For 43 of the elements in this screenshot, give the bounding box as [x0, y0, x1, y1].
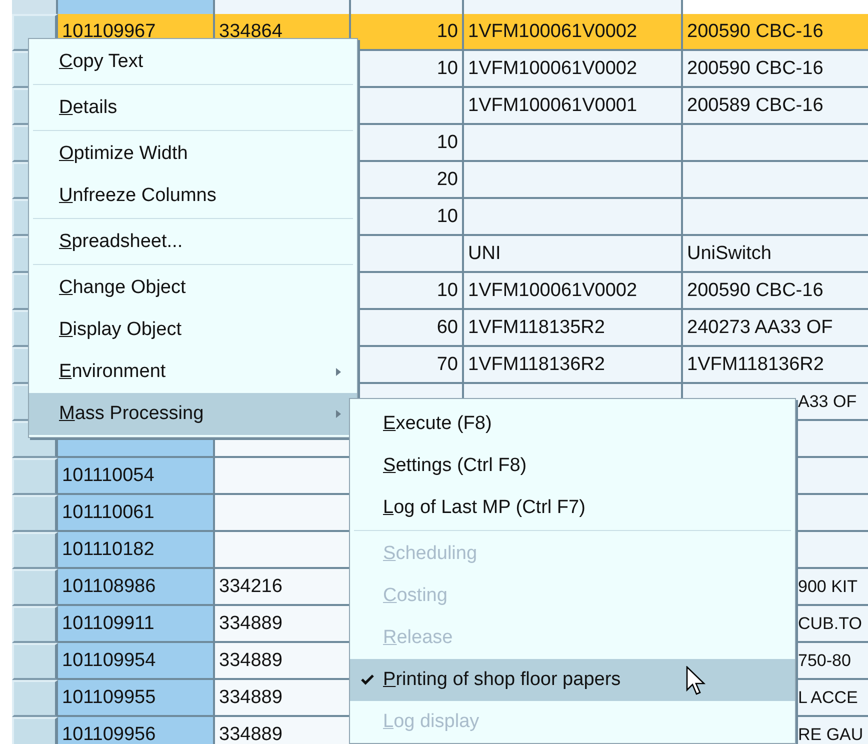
table-cell: L ACCE	[798, 688, 858, 708]
table-cell: 200590 CBC-16	[687, 280, 824, 302]
table-cell: 334889	[219, 724, 282, 744]
table-cell: 750-80	[798, 650, 851, 670]
table-cell: 334889	[219, 686, 282, 708]
table-cell: 10	[436, 20, 458, 42]
table-cell: UniSwitch	[687, 242, 772, 264]
table-cell: 10	[436, 206, 458, 228]
table-cell: 101109967	[62, 20, 156, 42]
table-cell: 10	[436, 132, 458, 154]
table-cell: 240273 AA33 OF	[687, 316, 833, 338]
table-cell: 101110054	[62, 464, 154, 486]
table-cell: 334864	[219, 20, 282, 42]
table-cell: 101109911	[62, 612, 154, 634]
table-cell: 1VFM100061V0002	[468, 280, 638, 302]
table-cell: 200590 CBC-16	[687, 20, 824, 42]
table-cell: 101110182	[62, 538, 154, 560]
table-cell: 334889	[219, 612, 282, 634]
table-cell: CUB.TO	[798, 614, 862, 634]
table-cell: 200589 CBC-16	[687, 94, 824, 116]
table-cell: RE GAU	[798, 724, 864, 744]
table-cell: 101109956	[62, 724, 156, 744]
table-cell: 60	[436, 316, 458, 338]
table-cell: 1VFM118135R2	[468, 316, 605, 338]
table-cell: 70	[436, 354, 458, 376]
table-cell: 1VFM100061V0002	[468, 20, 638, 42]
table-cell: 20	[436, 168, 458, 190]
table-cell: 200590 CBC-16	[687, 58, 824, 80]
table-cell: 1VFM100061V0002	[468, 58, 638, 80]
table-cell: 10	[436, 58, 458, 80]
table-cell: 101108986	[62, 576, 156, 598]
table-cell: 334216	[219, 576, 282, 598]
table-cell: 1VFM118136R2	[687, 354, 824, 376]
table-cell: A33 OF	[798, 392, 857, 412]
table-cell: 334889	[219, 650, 282, 672]
table-cell: 101109955	[62, 686, 156, 708]
table-cell: 1VFM100061V0001	[468, 94, 638, 116]
table-cell: 101110061	[62, 502, 154, 524]
table-cell: 1VFM118136R2	[468, 354, 605, 376]
table-cell: 101109954	[62, 650, 156, 672]
table-cell: 900 KIT	[798, 576, 858, 596]
table-cell: 10	[436, 280, 458, 302]
table-cell: UNI	[468, 242, 501, 264]
